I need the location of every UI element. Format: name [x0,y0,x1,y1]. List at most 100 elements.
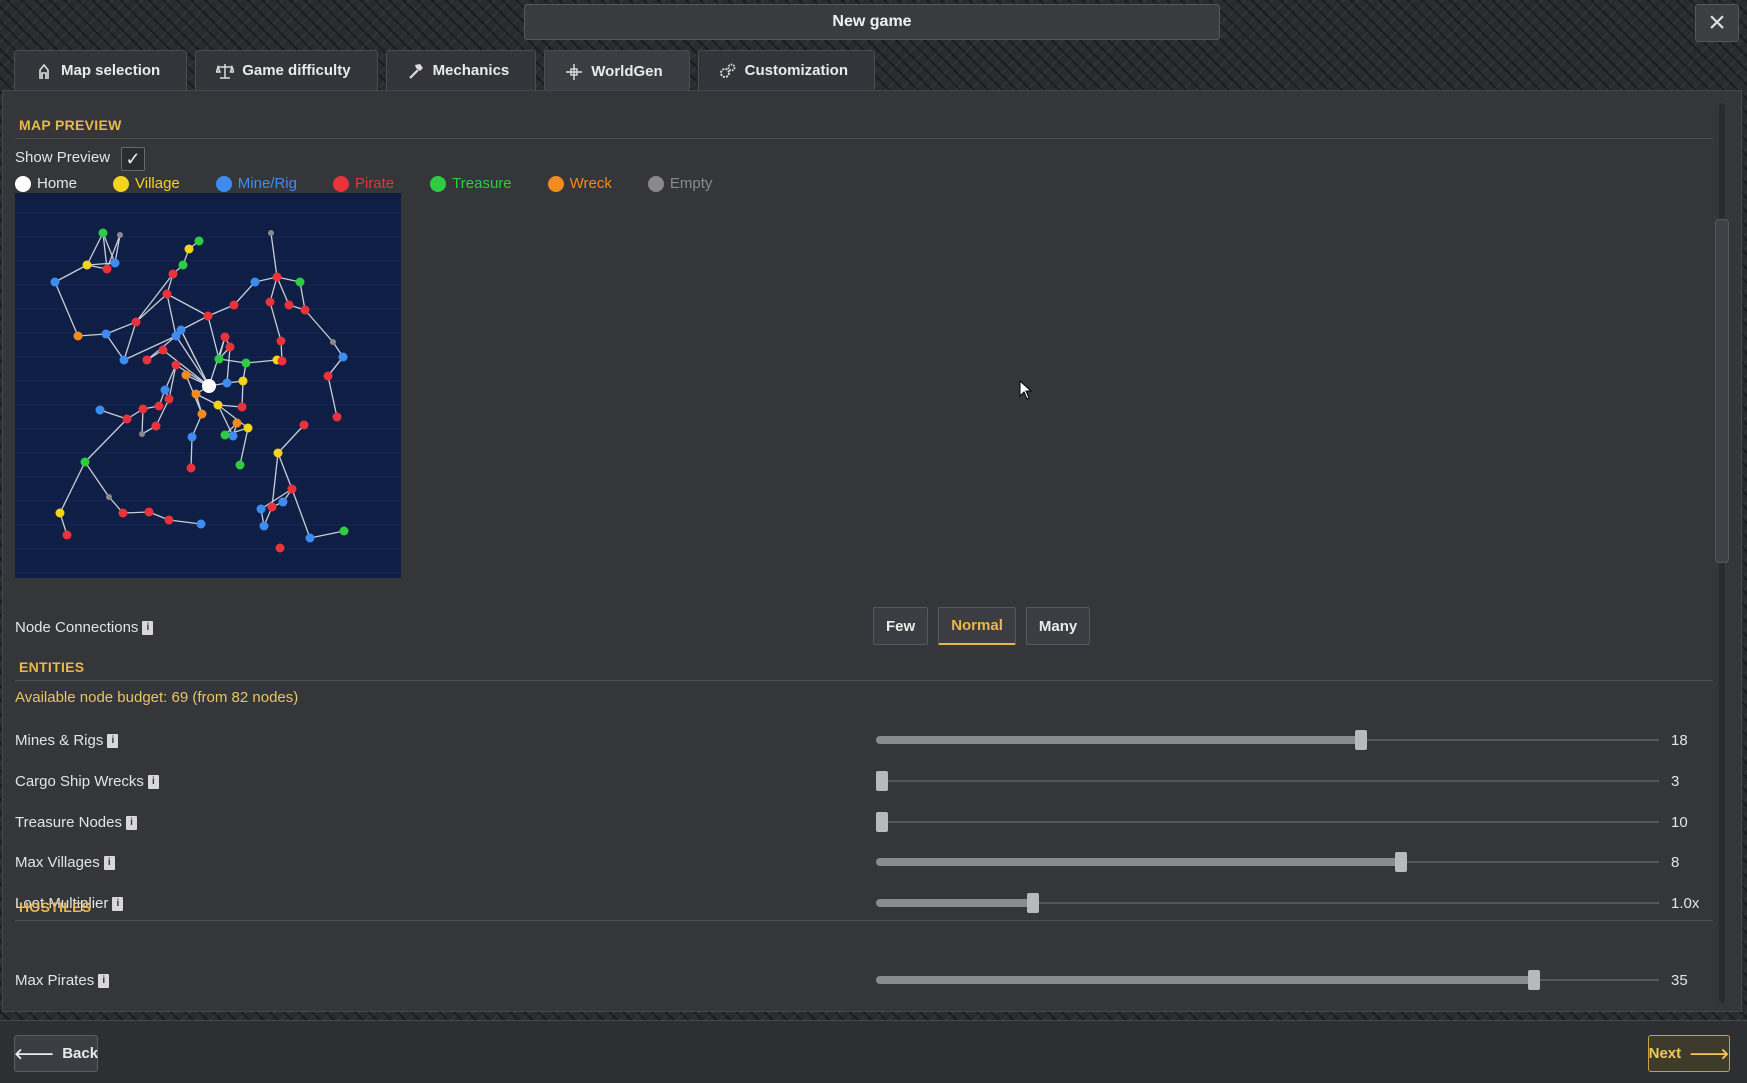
map-edge [226,346,231,384]
tab-worldgen[interactable]: WorldGen [544,50,690,92]
info-icon[interactable]: i [112,896,124,911]
map-node-pirate [122,414,132,424]
tab-map-selection[interactable]: Map selection [14,50,188,90]
legend-label: Village [135,175,180,192]
info-icon[interactable]: i [103,855,115,870]
tab-mechanics[interactable]: Mechanics [385,50,537,90]
map-node-mine-rig [196,519,206,529]
tab-label: WorldGen [591,63,663,80]
treasure-nodes-slider[interactable] [876,812,1659,832]
section-divider [15,920,1713,921]
tab-game-difficulty[interactable]: Game difficulty [195,50,378,90]
arrow-left-icon: 🡐 [13,1046,55,1063]
info-icon[interactable]: i [142,620,154,635]
map-node-pirate [164,394,174,404]
map-edge [277,452,293,490]
section-divider [15,680,1713,681]
mines-rigs-slider[interactable] [876,730,1659,750]
slider-thumb[interactable] [1527,970,1540,990]
cargo-ship-wrecks-value: 3 [1671,773,1680,790]
map-node-mine-rig [176,325,186,335]
cargo-ship-wrecks-slider[interactable] [876,771,1659,791]
map-node-empty [268,230,274,236]
map-edge [269,301,282,342]
map-node-pirate [272,272,282,282]
slider-thumb[interactable] [1394,852,1407,872]
map-node-village [243,423,253,433]
legend-label: Wreck [569,175,612,192]
info-icon[interactable]: i [126,815,137,830]
slider-thumb[interactable] [1026,893,1039,913]
node-connections-selector: Few Normal Many [873,607,1091,645]
info-icon[interactable]: i [98,973,110,988]
option-many-button[interactable]: Many [1025,607,1091,645]
map-node-mine-rig [256,504,266,514]
max-villages-slider[interactable] [876,852,1659,872]
map-node-wreck [232,418,242,428]
map-node-pirate [332,412,342,422]
legend-dot-icon [332,175,349,192]
map-edge [327,375,338,418]
info-icon[interactable]: i [107,733,119,748]
map-preview-canvas [15,193,401,578]
legend-dot-icon [15,175,31,192]
loot-multiplier-slider[interactable] [876,893,1659,913]
map-node-mine-rig [160,385,170,395]
map-node-mine-rig [338,352,348,362]
map-edge [86,232,104,266]
mines-rigs-value: 18 [1671,732,1688,749]
map-edge [260,488,293,510]
close-button[interactable]: × [1695,4,1739,42]
map-edge [309,530,345,539]
option-few-button[interactable]: Few [873,607,929,645]
slider-thumb[interactable] [1355,730,1368,750]
scrollbar-thumb[interactable] [1715,219,1729,563]
map-node-pirate [118,508,128,518]
map-node-wreck [73,331,83,341]
map-node-pirate [138,404,148,414]
map-node-pirate [142,355,152,365]
max-pirates-value: 35 [1671,972,1688,989]
legend-dot-icon [430,175,447,192]
map-node-mine-rig [110,258,120,268]
map-node-pirate [299,420,309,430]
treasure-nodes-label: Treasure Nodes i [15,814,137,831]
legend-dot-icon [547,175,564,192]
map-edge [168,519,202,525]
map-node-treasure [178,260,188,270]
next-button[interactable]: Next 🡒 [1648,1035,1730,1072]
map-node-village [273,448,283,458]
map-edge [166,293,177,337]
map-node-empty [117,232,123,238]
slider-fill [876,899,1033,907]
map-edge [84,461,110,498]
scales-icon [216,62,235,80]
map-node-mine-rig [278,497,288,507]
max-pirates-slider[interactable] [876,970,1659,990]
info-icon[interactable]: i [147,774,159,789]
map-node-treasure [80,457,90,467]
map-node-pirate [62,530,72,540]
slider-track [876,821,1659,823]
map-node-pirate [275,543,285,553]
map-edge [105,333,125,361]
map-node-treasure [220,430,230,440]
slider-thumb[interactable] [876,812,888,832]
show-preview-checkbox[interactable]: ✓ [121,147,145,171]
back-button[interactable]: 🡐 Back [14,1035,98,1072]
slider-track [876,780,1659,782]
legend-label: Empty [669,175,713,192]
map-edge [180,315,209,331]
legend-item-empty: Empty [647,175,713,192]
map-preview-graph [15,212,401,574]
map-edge [276,276,290,306]
hammer-icon [407,62,425,80]
option-normal-button[interactable]: Normal [938,607,1016,645]
map-edge [304,309,334,343]
slider-thumb[interactable] [876,771,888,791]
map-edge [135,293,168,323]
section-title-entities: ENTITIES [19,659,85,675]
tab-customization[interactable]: Customization [697,50,875,90]
map-node-pirate [229,300,239,310]
check-icon: ✓ [125,148,141,169]
